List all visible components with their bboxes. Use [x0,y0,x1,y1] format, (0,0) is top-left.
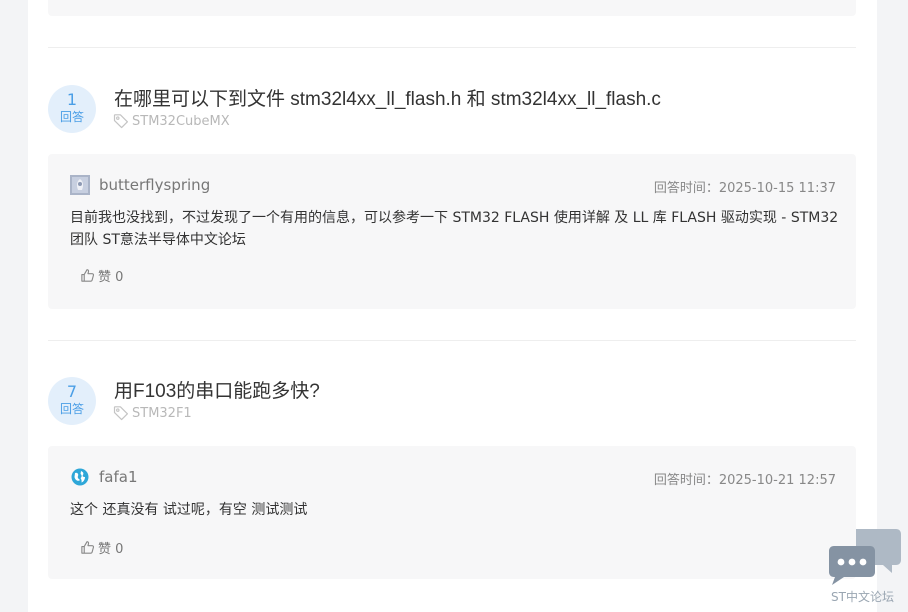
divider [48,47,856,48]
answer-card: butterflyspring 回答时间：2025-10-15 11:37 目前… [48,154,856,309]
answer-count: 1 [66,90,78,109]
question-tag[interactable]: STM32F1 [113,405,192,421]
avatar[interactable] [70,175,90,195]
like-count: 赞 0 [98,270,124,285]
answer-body[interactable]: 目前我也没找到，不过发现了一个有用的信息，可以参考一下 STM32 FLASH … [70,207,840,251]
author-name[interactable]: butterflyspring [99,176,210,194]
avatar[interactable] [70,467,90,487]
answer-count: 7 [66,382,78,401]
tag-label: STM32CubeMX [132,113,230,129]
tag-icon [113,406,128,421]
answer-count-label: 回答 [59,110,84,124]
divider [48,340,856,341]
like-button[interactable]: 赞 0 [80,266,123,285]
thumbs-up-icon [81,269,95,282]
answer-count-badge[interactable]: 1 回答 [48,85,96,133]
chat-widget-label: ST中文论坛 [831,590,894,604]
answer-count-badge[interactable]: 7 回答 [48,377,96,425]
question-tag[interactable]: STM32CubeMX [113,113,230,129]
like-button[interactable]: 赞 0 [80,538,123,557]
previous-answer-card [48,0,856,16]
author-name[interactable]: fafa1 [99,468,138,486]
content-panel: 1 回答 在哪里可以下到文件 stm32l4xx_ll_flash.h 和 st… [28,0,877,612]
tag-label: STM32F1 [132,405,192,421]
answer-time: 回答时间：2025-10-21 12:57 [653,473,836,488]
thumbs-up-icon [81,541,95,554]
chat-bubbles-icon [829,529,901,585]
like-count: 赞 0 [98,542,124,557]
answer-time: 回答时间：2025-10-15 11:37 [653,181,836,196]
answer-count-label: 回答 [59,402,84,416]
answer-card: fafa1 回答时间：2025-10-21 12:57 这个 还真没有 试过呢，… [48,446,856,579]
question-title[interactable]: 用F103的串口能跑多快? [114,376,320,403]
tag-icon [113,114,128,129]
forum-chat-widget[interactable]: ST中文论坛 [826,528,904,608]
answer-body[interactable]: 这个 还真没有 试过呢，有空 测试测试 [70,499,840,521]
question-title[interactable]: 在哪里可以下到文件 stm32l4xx_ll_flash.h 和 stm32l4… [114,84,661,111]
